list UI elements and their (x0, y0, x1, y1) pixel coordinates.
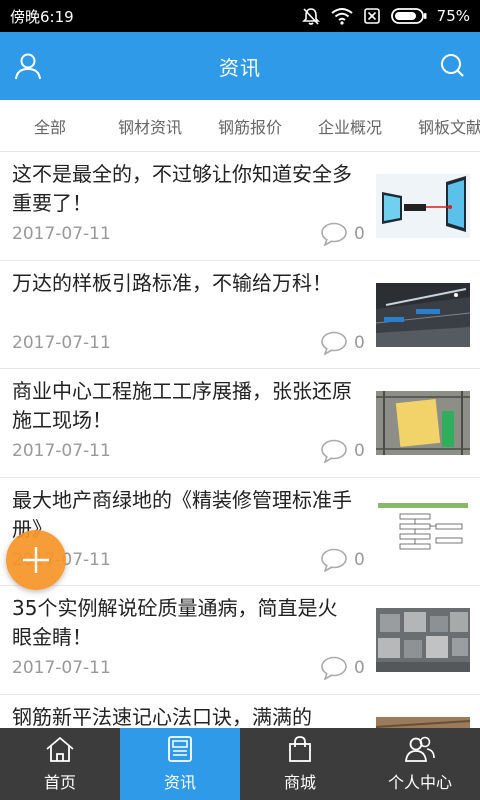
article-title: 万达的样板引路标准，不输给万科！ (12, 270, 332, 295)
article-title: 钢筋新平法速记心法口诀，满满的 (12, 704, 312, 729)
comment-number: 0 (354, 658, 365, 678)
comment-count: 0 (320, 331, 365, 355)
nav-news-label: 资讯 (163, 773, 196, 792)
list-item[interactable]: 钢筋新平法速记心法口诀，满满的 (0, 695, 480, 729)
nav-mall[interactable]: 商城 (240, 728, 360, 800)
tab-company-profile[interactable]: 企业概况 (300, 114, 400, 138)
search-icon (441, 54, 464, 77)
comment-number: 0 (354, 224, 365, 244)
list-item[interactable]: 这不是最全的，不过够让你知道安全多重要了！ 2017-07-11 0 (0, 152, 480, 261)
nav-home-label: 首页 (43, 773, 76, 792)
article-title: 35个实例解说砼质量通病，简直是火眼金睛！ (12, 596, 338, 649)
status-bar: 傍晚6:19 75% (0, 0, 480, 32)
user-icon (15, 53, 41, 80)
mute-icon (301, 8, 320, 25)
status-icons: 75% (301, 6, 470, 26)
comment-count: 0 (320, 548, 365, 572)
home-icon (46, 736, 74, 762)
comment-number: 0 (354, 441, 365, 461)
comment-icon (321, 331, 347, 355)
search-button[interactable] (436, 50, 468, 82)
tab-rebar-price[interactable]: 钢筋报价 (200, 114, 300, 138)
article-date: 2017-07-11 (12, 441, 111, 461)
nav-profile-label: 个人中心 (387, 773, 452, 792)
bottom-nav: 首页 资讯 商城 个人中心 (0, 728, 480, 800)
article-thumbnail (376, 716, 470, 728)
app-header: 资讯 (0, 32, 480, 100)
wifi-icon (331, 8, 353, 25)
article-title: 这不是最全的，不过够让你知道安全多重要了！ (12, 162, 352, 215)
nav-profile[interactable]: 个人中心 (360, 728, 480, 800)
comment-icon (321, 439, 347, 463)
battery-icon (390, 8, 427, 24)
article-date: 2017-07-11 (12, 658, 111, 678)
comment-count: 0 (320, 222, 365, 246)
article-thumbnail (376, 499, 470, 564)
news-icon (168, 736, 192, 762)
comment-icon (321, 548, 347, 572)
nav-news[interactable]: 资讯 (120, 728, 240, 800)
sim-icon (363, 8, 380, 24)
comment-number: 0 (354, 549, 365, 570)
article-thumbnail (376, 391, 470, 455)
tab-steel-news[interactable]: 钢材资讯 (100, 114, 200, 138)
add-button[interactable] (6, 530, 66, 590)
page-title: 资讯 (219, 55, 261, 80)
article-list: 这不是最全的，不过够让你知道安全多重要了！ 2017-07-11 0 万达的样板… (0, 152, 480, 728)
article-thumbnail (376, 174, 470, 238)
list-item[interactable]: 最大地产商绿地的《精装修管理标准手册》 2017-07-11 0 (0, 478, 480, 586)
plus-icon (23, 547, 49, 573)
nav-mall-label: 商城 (283, 773, 316, 792)
article-thumbnail (376, 608, 470, 672)
category-tabs: 全部 钢材资讯 钢筋报价 企业概况 钢板文献 (0, 100, 480, 152)
list-item[interactable]: 商业中心工程施工工序展播，张张还原施工现场！ 2017-07-11 0 (0, 369, 480, 478)
users-icon (405, 736, 435, 762)
shopping-bag-icon (289, 736, 311, 762)
user-button[interactable] (12, 50, 44, 82)
article-date: 2017-07-11 (12, 224, 111, 244)
comment-icon (321, 222, 347, 246)
list-item[interactable]: 35个实例解说砼质量通病，简直是火眼金睛！ 2017-07-11 0 (0, 586, 480, 695)
comment-number: 0 (354, 332, 365, 353)
list-item[interactable]: 万达的样板引路标准，不输给万科！ 2017-07-11 0 (0, 261, 480, 369)
nav-home[interactable]: 首页 (0, 728, 120, 800)
article-date: 2017-07-11 (12, 332, 111, 353)
article-title: 商业中心工程施工工序展播，张张还原施工现场！ (12, 379, 352, 432)
tab-all[interactable]: 全部 (0, 114, 100, 138)
status-time: 傍晚6:19 (10, 7, 74, 26)
comment-count: 0 (320, 656, 365, 680)
article-title: 最大地产商绿地的《精装修管理标准手册》 (12, 487, 352, 541)
battery-percent: 75% (436, 7, 470, 25)
comment-count: 0 (320, 439, 365, 463)
comment-icon (321, 656, 347, 680)
tab-steel-plate[interactable]: 钢板文献 (400, 114, 480, 138)
article-thumbnail (376, 282, 470, 347)
